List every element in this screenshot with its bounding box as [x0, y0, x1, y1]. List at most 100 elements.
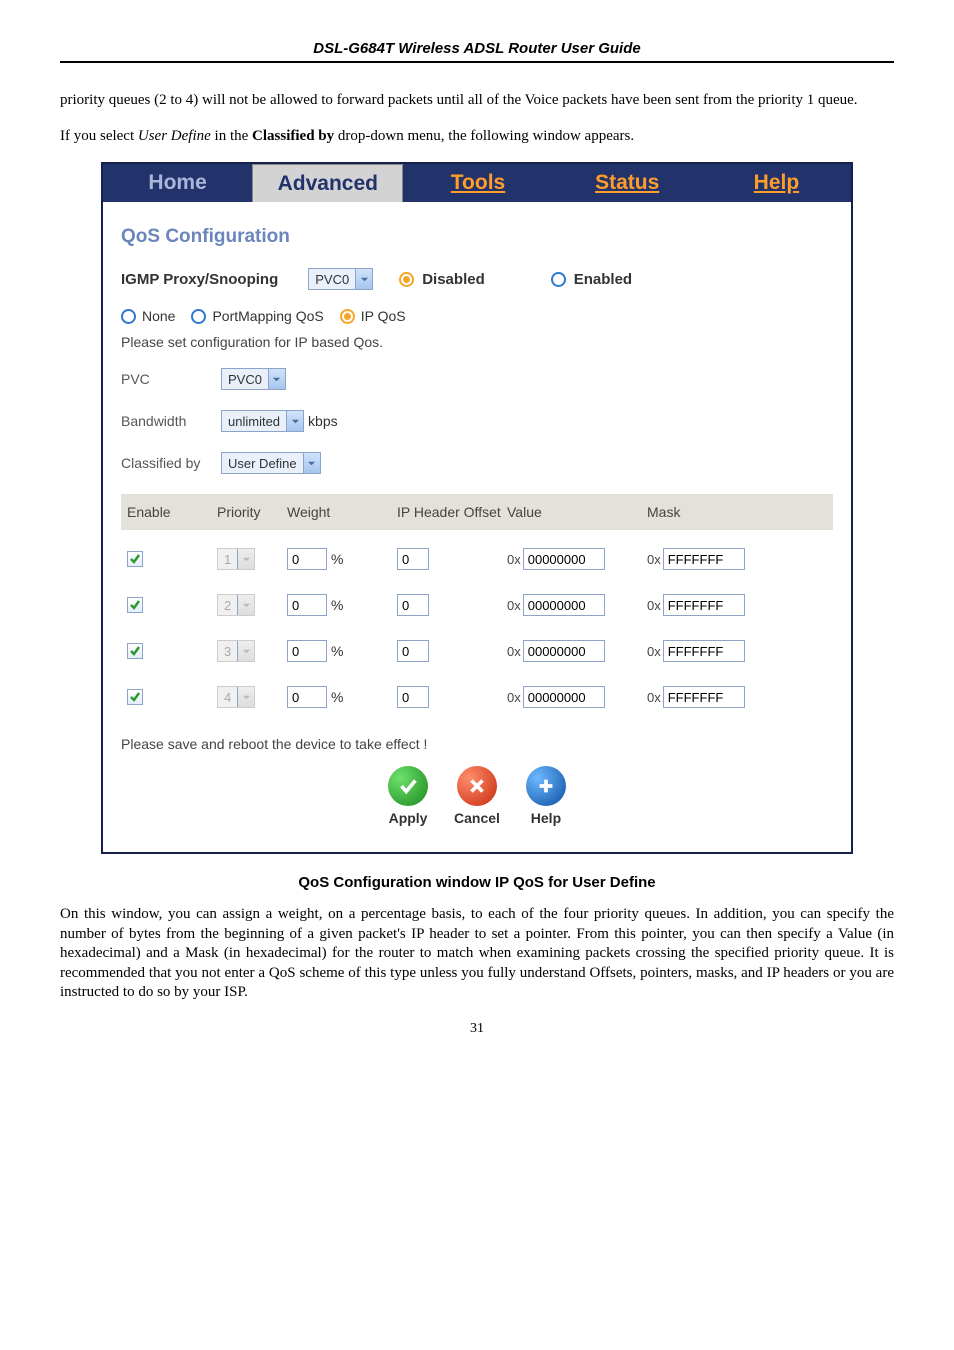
- document-header: DSL-G684T Wireless ADSL Router User Guid…: [60, 40, 894, 63]
- chevron-down-icon: [286, 411, 303, 431]
- bandwidth-select-value: unlimited: [222, 414, 286, 429]
- nav-advanced[interactable]: Advanced: [252, 164, 403, 202]
- paragraph-3: On this window, you can assign a weight,…: [60, 905, 894, 1003]
- save-reboot-text: Please save and reboot the device to tak…: [121, 736, 833, 752]
- hex-prefix: 0x: [507, 690, 521, 705]
- enable-checkbox[interactable]: [127, 551, 143, 567]
- hex-prefix: 0x: [647, 644, 661, 659]
- bandwidth-unit: kbps: [308, 413, 338, 429]
- value-input[interactable]: [523, 548, 605, 570]
- th-offset: IP Header Offset: [397, 504, 507, 520]
- p2-prefix: If you select: [60, 128, 138, 144]
- classified-by-value: User Define: [222, 456, 303, 471]
- classified-by-row: Classified by User Define: [121, 452, 833, 474]
- paragraph-1: priority queues (2 to 4) will not be all…: [60, 91, 894, 111]
- qos-none-radio[interactable]: [121, 309, 136, 324]
- offset-input[interactable]: [397, 548, 429, 570]
- cancel-label: Cancel: [454, 810, 500, 826]
- mask-input[interactable]: [663, 548, 745, 570]
- qos-portmap-radio[interactable]: [191, 309, 206, 324]
- igmp-row: IGMP Proxy/Snooping PVC0 Disabled Enable…: [121, 268, 833, 290]
- cancel-button[interactable]: Cancel: [454, 766, 500, 826]
- igmp-label: IGMP Proxy/Snooping: [121, 271, 278, 288]
- nav-tools[interactable]: Tools: [403, 164, 552, 202]
- hex-prefix: 0x: [507, 552, 521, 567]
- priority-select[interactable]: 2: [217, 594, 255, 616]
- offset-input[interactable]: [397, 594, 429, 616]
- pct-label: %: [331, 643, 343, 659]
- weight-input[interactable]: [287, 686, 327, 708]
- igmp-enabled-radio[interactable]: [551, 272, 566, 287]
- weight-input[interactable]: [287, 640, 327, 662]
- igmp-disabled-radio[interactable]: [399, 272, 414, 287]
- offset-input[interactable]: [397, 686, 429, 708]
- qos-ip-label: IP QoS: [361, 308, 406, 324]
- priority-value: 4: [218, 690, 237, 705]
- qos-portmap-label: PortMapping QoS: [212, 308, 323, 324]
- nav-help[interactable]: Help: [702, 164, 851, 202]
- priority-select[interactable]: 4: [217, 686, 255, 708]
- figure-caption: QoS Configuration window IP QoS for User…: [60, 874, 894, 891]
- value-input[interactable]: [523, 686, 605, 708]
- pct-label: %: [331, 597, 343, 613]
- check-icon: [388, 766, 428, 806]
- nav-home[interactable]: Home: [103, 164, 252, 202]
- priority-select[interactable]: 3: [217, 640, 255, 662]
- bandwidth-select[interactable]: unlimited: [221, 410, 304, 432]
- enable-checkbox[interactable]: [127, 643, 143, 659]
- help-button[interactable]: Help: [526, 766, 566, 826]
- config-text: Please set configuration for IP based Qo…: [121, 334, 833, 350]
- qos-type-row: None PortMapping QoS IP QoS: [121, 308, 833, 324]
- chevron-down-icon: [268, 369, 285, 389]
- apply-button[interactable]: Apply: [388, 766, 428, 826]
- pvc-select-value: PVC0: [222, 372, 268, 387]
- igmp-pvc-select[interactable]: PVC0: [308, 268, 373, 290]
- apply-label: Apply: [388, 810, 428, 826]
- value-input[interactable]: [523, 640, 605, 662]
- offset-input[interactable]: [397, 640, 429, 662]
- hex-prefix: 0x: [647, 690, 661, 705]
- enable-checkbox[interactable]: [127, 689, 143, 705]
- pvc-select[interactable]: PVC0: [221, 368, 286, 390]
- priority-value: 3: [218, 644, 237, 659]
- nav-status[interactable]: Status: [553, 164, 702, 202]
- table-row: 3 % 0x 0x: [121, 636, 833, 666]
- qos-ip-radio[interactable]: [340, 309, 355, 324]
- chevron-down-icon: [355, 269, 372, 289]
- help-label: Help: [526, 810, 566, 826]
- nav-bar: Home Advanced Tools Status Help: [103, 164, 851, 202]
- p2-suffix: drop-down menu, the following window app…: [334, 128, 634, 144]
- hex-prefix: 0x: [507, 598, 521, 613]
- mask-input[interactable]: [663, 640, 745, 662]
- bandwidth-label: Bandwidth: [121, 413, 221, 429]
- chevron-down-icon: [237, 549, 254, 569]
- priority-select[interactable]: 1: [217, 548, 255, 570]
- enable-checkbox[interactable]: [127, 597, 143, 613]
- classified-by-label: Classified by: [121, 455, 221, 471]
- weight-input[interactable]: [287, 548, 327, 570]
- table-row: 2 % 0x 0x: [121, 590, 833, 620]
- p2-bold: Classified by: [252, 128, 334, 144]
- weight-input[interactable]: [287, 594, 327, 616]
- pct-label: %: [331, 551, 343, 567]
- value-input[interactable]: [523, 594, 605, 616]
- chevron-down-icon: [237, 687, 254, 707]
- th-weight: Weight: [287, 504, 397, 520]
- button-row: Apply Cancel Help: [121, 766, 833, 834]
- th-value: Value: [507, 504, 647, 520]
- page-number: 31: [60, 1021, 894, 1037]
- table-row: 4 % 0x 0x: [121, 682, 833, 712]
- hex-prefix: 0x: [647, 598, 661, 613]
- chevron-down-icon: [303, 453, 320, 473]
- p2-ital: User Define: [138, 128, 211, 144]
- classified-by-select[interactable]: User Define: [221, 452, 321, 474]
- priority-value: 1: [218, 552, 237, 567]
- mask-input[interactable]: [663, 686, 745, 708]
- th-mask: Mask: [647, 504, 787, 520]
- th-enable: Enable: [127, 504, 217, 520]
- pvc-label: PVC: [121, 371, 221, 387]
- p2-mid: in the: [211, 128, 252, 144]
- pct-label: %: [331, 689, 343, 705]
- qos-none-label: None: [142, 308, 175, 324]
- mask-input[interactable]: [663, 594, 745, 616]
